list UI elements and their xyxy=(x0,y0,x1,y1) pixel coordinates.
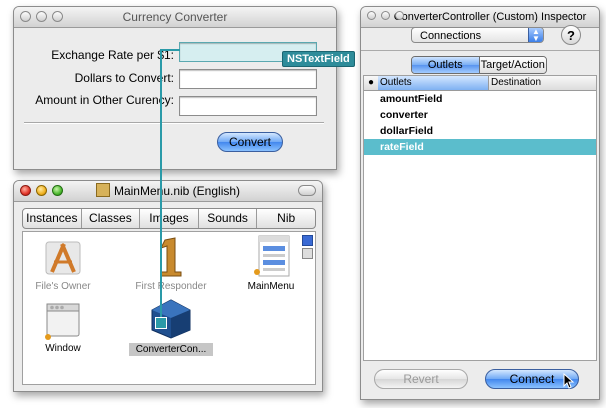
segment-target-action[interactable]: Target/Action xyxy=(479,57,546,73)
connection-target-tag: NSTextField xyxy=(282,51,355,67)
nib-file-icon xyxy=(95,183,110,197)
main-menu-item[interactable]: MainMenu xyxy=(241,234,301,292)
nib-tab-bar: Instances Classes Images Sounds Nib xyxy=(22,208,316,229)
outlet-row-amountfield[interactable]: amountField xyxy=(364,91,596,107)
window-controls xyxy=(20,185,63,196)
main-menu-label: MainMenu xyxy=(247,281,295,292)
first-responder-label: First Responder xyxy=(135,281,207,292)
nib-instances-area: File's Owner First Responder MainMenu Wi… xyxy=(22,231,316,385)
window-item[interactable]: Window xyxy=(31,300,95,354)
amount-label: Amount in Other Curency: xyxy=(35,93,174,107)
popup-arrows-icon: ▲ ▼ xyxy=(528,28,543,43)
first-responder-icon xyxy=(160,237,182,277)
currency-converter-titlebar: Currency Converter xyxy=(14,7,336,28)
window-title: MainMenu.nib (English) xyxy=(113,184,241,198)
connections-segmented-control: Outlets Target/Action xyxy=(411,56,547,74)
converter-controller-label: ConverterCon... xyxy=(129,343,213,356)
close-icon[interactable] xyxy=(20,185,31,196)
column-destination[interactable]: Destination xyxy=(488,76,596,90)
mouse-cursor-icon xyxy=(563,373,575,389)
dollars-field[interactable] xyxy=(179,69,317,89)
tab-images[interactable]: Images xyxy=(140,209,199,228)
revert-button[interactable]: Revert xyxy=(374,369,468,389)
window-title: Currency Converter xyxy=(122,10,228,24)
converter-controller-item[interactable]: ConverterCon... xyxy=(129,298,213,356)
list-view-icon[interactable] xyxy=(302,248,313,259)
close-icon[interactable] xyxy=(367,11,376,20)
outlet-row-converter[interactable]: converter xyxy=(364,107,596,123)
files-owner-item[interactable]: File's Owner xyxy=(31,236,95,292)
nib-titlebar: MainMenu.nib (English) xyxy=(14,181,322,202)
first-responder-item[interactable]: First Responder xyxy=(131,236,211,292)
minimize-icon[interactable] xyxy=(36,11,47,22)
inspector-window: ConverterController (Custom) Inspector C… xyxy=(360,6,600,400)
help-button[interactable]: ? xyxy=(561,25,581,45)
connection-line-vertical xyxy=(160,49,162,321)
window-controls xyxy=(367,11,404,20)
inspector-titlebar: ConverterController (Custom) Inspector xyxy=(361,7,599,28)
outlet-row-ratefield[interactable]: rateField xyxy=(364,139,596,155)
files-owner-label: File's Owner xyxy=(35,281,91,292)
connection-line-horizontal xyxy=(160,49,180,51)
segment-outlets[interactable]: Outlets xyxy=(412,57,480,73)
tab-nib[interactable]: Nib xyxy=(257,209,315,228)
convert-button[interactable]: Convert xyxy=(217,132,283,152)
close-icon[interactable] xyxy=(20,11,31,22)
form-separator xyxy=(24,122,324,124)
window-title: ConverterController (Custom) Inspector xyxy=(393,11,587,23)
zoom-icon[interactable] xyxy=(52,11,63,22)
inspector-divider xyxy=(361,50,599,51)
toolbar-toggle-icon[interactable] xyxy=(298,185,316,196)
zoom-icon[interactable] xyxy=(395,11,404,20)
window-label: Window xyxy=(45,343,81,354)
tab-classes[interactable]: Classes xyxy=(82,209,141,228)
window-icon xyxy=(45,303,80,340)
column-outlets[interactable]: Outlets xyxy=(378,76,488,90)
icon-view-icon[interactable] xyxy=(302,235,313,246)
window-controls xyxy=(20,11,63,22)
minimize-icon[interactable] xyxy=(381,11,390,20)
exchange-rate-label: Exchange Rate per $1: xyxy=(51,48,174,62)
menu-icon xyxy=(254,235,290,277)
tab-sounds[interactable]: Sounds xyxy=(199,209,258,228)
mainmenu-nib-window: MainMenu.nib (English) Instances Classes… xyxy=(13,180,323,392)
popup-value: Connections xyxy=(420,30,482,42)
connection-indicator-icon: ● xyxy=(367,77,375,88)
connection-source-marker xyxy=(155,317,167,329)
amount-field[interactable] xyxy=(179,96,317,116)
inspector-mode-popup[interactable]: Connections ▲ ▼ xyxy=(411,27,544,43)
application-icon xyxy=(45,241,81,275)
currency-converter-window: Currency Converter Exchange Rate per $1:… xyxy=(13,6,337,170)
outlets-table-header: ● Outlets Destination xyxy=(364,76,596,91)
minimize-icon[interactable] xyxy=(36,185,47,196)
outlet-row-dollarfield[interactable]: dollarField xyxy=(364,123,596,139)
zoom-icon[interactable] xyxy=(52,185,63,196)
dollars-label: Dollars to Convert: xyxy=(74,71,174,85)
tab-instances[interactable]: Instances xyxy=(23,209,82,228)
outlets-table: ● Outlets Destination amountField conver… xyxy=(363,75,597,361)
